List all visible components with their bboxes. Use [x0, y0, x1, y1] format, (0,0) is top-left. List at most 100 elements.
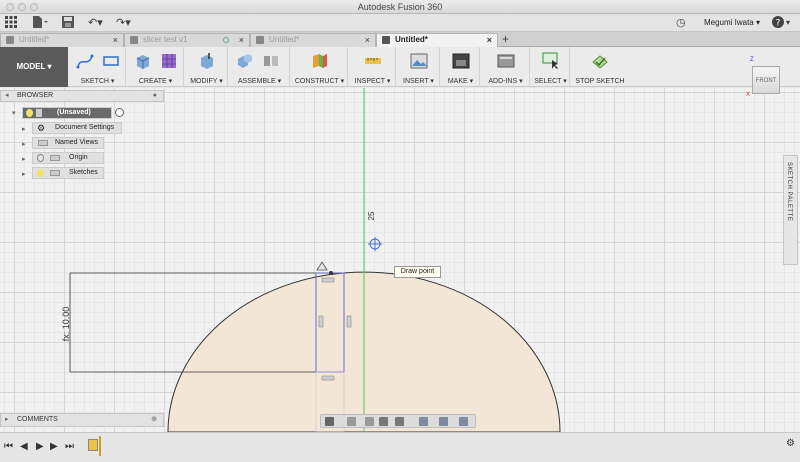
create-menu[interactable]: CREATE ▾	[128, 47, 184, 87]
select-menu[interactable]: SELECT ▾	[532, 47, 570, 87]
viewcube[interactable]: FRONT	[752, 66, 780, 94]
timeline-sketch-feature-icon[interactable]	[88, 439, 98, 451]
close-tab-icon[interactable]: ×	[239, 34, 244, 46]
new-tab-button[interactable]: +	[502, 33, 509, 45]
tab-untitled-active[interactable]: Untitled* ×	[376, 33, 498, 47]
display-settings-icon[interactable]	[419, 417, 428, 426]
redo-icon[interactable]: ↷▾	[116, 16, 131, 30]
pan-hand-icon[interactable]	[365, 417, 374, 426]
timeline-previous-button[interactable]: ◀	[20, 440, 28, 454]
inspect-menu-label: INSPECT ▾	[354, 78, 391, 85]
zoom-window-button[interactable]	[30, 3, 38, 11]
sketch-point[interactable]	[329, 271, 333, 275]
tab-slicer-test[interactable]: slicer test v1 ×	[124, 33, 250, 47]
user-account-menu[interactable]: Megumi Iwata ▾	[704, 17, 760, 29]
expand-arrow-icon[interactable]: ▸	[22, 170, 26, 178]
expand-arrow-icon[interactable]: ▾	[12, 109, 16, 117]
expand-arrow-icon[interactable]: ▸	[22, 125, 26, 133]
tab-untitled-2[interactable]: Untitled* ×	[250, 33, 376, 47]
timeline-marker[interactable]	[99, 436, 101, 456]
collapse-arrow-icon[interactable]: ◂	[5, 91, 9, 101]
insert-image-icon[interactable]	[410, 52, 428, 70]
lightbulb-icon[interactable]	[37, 169, 44, 177]
inspect-menu[interactable]: INSPECT ▾	[350, 47, 396, 87]
job-status-clock-icon[interactable]: ◷	[676, 16, 686, 30]
minimize-window-button[interactable]	[18, 3, 26, 11]
browser-node-named-views[interactable]: Named Views	[32, 137, 104, 149]
new-component-icon[interactable]	[236, 52, 254, 70]
3d-print-icon[interactable]	[452, 52, 470, 70]
construct-menu-label: CONSTRUCT ▾	[294, 78, 345, 85]
comments-panel[interactable]: ▸ COMMENTS ⊕	[0, 413, 164, 427]
look-at-icon[interactable]	[347, 417, 356, 426]
browser-panel: ◂ BROWSER ● ▾ (Unsaved) ▸ ⚙ Document Set…	[0, 88, 164, 179]
sketch-menu-label: SKETCH ▾	[80, 78, 115, 85]
zoom-window-icon[interactable]	[395, 417, 404, 426]
data-panel-grid-icon[interactable]	[5, 16, 17, 30]
press-pull-icon[interactable]	[198, 52, 216, 70]
extrude-icon[interactable]	[134, 52, 152, 70]
scripts-icon[interactable]	[497, 52, 515, 70]
select-cursor-icon[interactable]	[542, 52, 560, 70]
grid-settings-icon[interactable]	[439, 417, 448, 426]
workspace-switcher-button[interactable]: MODEL ▾	[0, 47, 68, 87]
assemble-menu[interactable]: ASSEMBLE ▾	[230, 47, 290, 87]
timeline-next-button[interactable]: ▶	[50, 440, 58, 454]
stop-sketch-icon[interactable]	[591, 52, 609, 70]
sketch-menu[interactable]: SKETCH ▾	[70, 47, 126, 87]
pin-icon[interactable]: ●	[153, 91, 157, 101]
close-window-button[interactable]	[6, 3, 14, 11]
add-comment-icon[interactable]: ⊕	[151, 414, 157, 426]
component-icon	[36, 109, 42, 117]
close-tab-icon[interactable]: ×	[365, 34, 370, 46]
document-icon	[382, 36, 390, 44]
browser-root-node[interactable]: (Unsaved)	[22, 107, 112, 119]
vertical-constraint-icon	[318, 315, 324, 328]
expand-arrow-icon[interactable]: ▸	[5, 414, 9, 426]
browser-node-origin[interactable]: Origin	[32, 152, 104, 164]
save-icon[interactable]	[62, 16, 74, 30]
browser-node-sketches[interactable]: Sketches	[32, 167, 104, 179]
offset-plane-icon[interactable]	[311, 52, 329, 70]
dimension-value-label[interactable]: fx: 10.00	[61, 307, 71, 342]
orbit-icon[interactable]	[325, 417, 334, 426]
tab-untitled-1[interactable]: Untitled* ×	[0, 33, 124, 47]
close-tab-icon[interactable]: ×	[487, 34, 492, 46]
construct-menu[interactable]: CONSTRUCT ▾	[292, 47, 348, 87]
browser-node-document-settings[interactable]: ⚙ Document Settings	[32, 122, 122, 134]
node-label: Origin	[69, 154, 88, 161]
timeline-first-button[interactable]: ⏮	[4, 440, 13, 454]
browser-header[interactable]: ◂ BROWSER ●	[0, 90, 164, 102]
sketch-rectangle-icon[interactable]	[102, 52, 120, 70]
help-dropdown-icon[interactable]: ▾	[786, 16, 790, 30]
form-icon[interactable]	[160, 52, 178, 70]
timeline-settings-gear-icon[interactable]: ⚙	[786, 437, 795, 451]
sketch-spline-icon[interactable]	[76, 52, 94, 70]
expand-arrow-icon[interactable]: ▸	[22, 140, 26, 148]
sketch-palette-tab[interactable]: SKETCH PALETTE	[783, 155, 798, 265]
timeline-last-button[interactable]: ⏭	[65, 440, 74, 454]
help-icon[interactable]: ?	[772, 16, 784, 30]
add-ins-menu[interactable]: ADD-INS ▾	[482, 47, 530, 87]
activate-component-icon[interactable]	[115, 108, 124, 117]
measure-icon[interactable]	[364, 52, 382, 70]
insert-menu[interactable]: INSERT ▾	[398, 47, 440, 87]
joint-icon[interactable]	[262, 52, 280, 70]
lightbulb-icon[interactable]	[37, 154, 44, 162]
viewcube-x-axis-label: X	[746, 92, 751, 98]
expand-arrow-icon[interactable]: ▸	[22, 155, 26, 163]
stop-sketch-button[interactable]: STOP SKETCH	[572, 47, 628, 87]
lightbulb-icon[interactable]	[26, 109, 33, 117]
dimension-small-label[interactable]: 25	[367, 211, 376, 220]
zoom-icon[interactable]	[379, 417, 388, 426]
timeline-play-button[interactable]: ▶	[36, 440, 44, 454]
make-menu[interactable]: MAKE ▾	[442, 47, 480, 87]
viewcube-z-axis-label: Z	[750, 57, 754, 63]
close-tab-icon[interactable]: ×	[113, 34, 118, 46]
viewports-icon[interactable]	[459, 417, 468, 426]
modify-menu[interactable]: MODIFY ▾	[186, 47, 228, 87]
file-menu-icon[interactable]	[32, 16, 48, 30]
horizontal-constraint-icon	[321, 375, 335, 381]
undo-icon[interactable]: ↶▾	[88, 16, 103, 30]
window-title: Autodesk Fusion 360	[357, 2, 443, 12]
